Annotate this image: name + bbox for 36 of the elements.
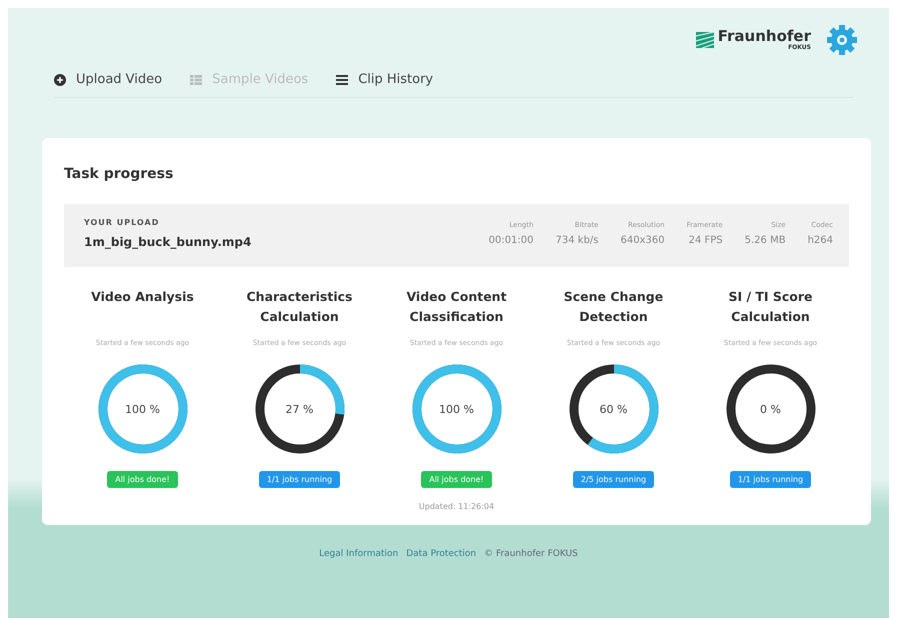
status-badge: 1/1 jobs running: [258, 471, 340, 488]
percent-text: 100 %: [125, 402, 160, 416]
percent-text: 60 %: [600, 402, 628, 416]
task-title: Characteristics Calculation: [246, 288, 354, 326]
stat-value: 640x360: [620, 235, 665, 246]
logo-icon: [696, 32, 714, 48]
stat-value: h264: [808, 235, 833, 246]
task-title: Scene Change Detection: [562, 288, 664, 326]
task-title: Video Content Classification: [405, 288, 508, 326]
stat-value: 24 FPS: [688, 235, 723, 246]
card-title: Task progress: [64, 166, 174, 182]
stat-value: 00:01:00: [488, 235, 534, 246]
copyright-text: © Fraunhofer FOKUS: [484, 549, 578, 559]
percent-text: 0 %: [760, 402, 781, 416]
updated-text: Updated: 11:26:04: [418, 502, 494, 511]
task-title: Video Analysis: [90, 288, 195, 306]
stat-value: 734 kb/s: [556, 235, 598, 246]
status-badge: 1/1 jobs running: [730, 471, 812, 488]
upload-label: YOUR UPLOAD: [84, 218, 160, 227]
footer-link[interactable]: Legal Information: [319, 549, 398, 559]
file-name: 1m_big_buck_bunny.mp4: [84, 235, 252, 249]
percent-text: 27 %: [286, 402, 314, 416]
logo-text: Fraunhofer: [718, 29, 811, 44]
stat-value: 5.26 MB: [744, 235, 786, 246]
status-badge: All jobs done!: [421, 471, 492, 488]
gear-icon: [825, 23, 859, 57]
nav-tab[interactable]: Upload Video: [54, 72, 162, 87]
task-title: SI / TI Score Calculation: [727, 288, 814, 326]
status-badge: All jobs done!: [107, 471, 178, 488]
nav-tab[interactable]: Clip History: [336, 72, 434, 87]
list-icon: [336, 74, 348, 84]
percent-text: 100 %: [439, 402, 474, 416]
footer-link[interactable]: Data Protection: [406, 549, 476, 559]
status-badge: 2/5 jobs running: [572, 471, 654, 488]
grid-icon: [190, 74, 202, 84]
plus-circle-icon: [54, 74, 66, 86]
